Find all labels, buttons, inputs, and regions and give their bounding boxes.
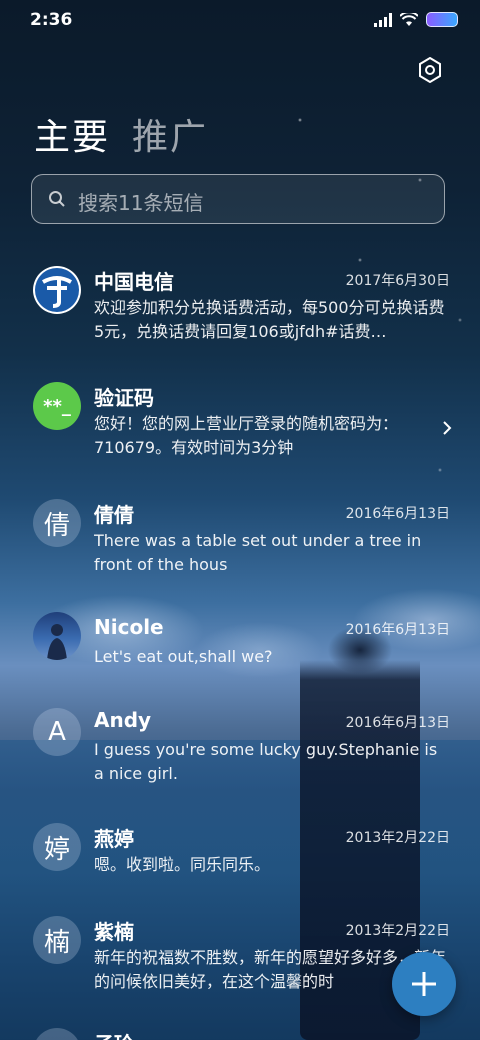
tab-promotion[interactable]: 推广 (132, 108, 208, 160)
settings-button[interactable] (414, 54, 446, 86)
avatar (33, 612, 81, 660)
message-preview: There was a table set out under a tree i… (94, 531, 422, 574)
list-item[interactable]: 倩 倩倩 2016年6月13日 There was a table set ou… (0, 499, 480, 589)
message-date: 2013年2月22日 (345, 830, 450, 846)
person-photo-icon (47, 624, 67, 660)
chevron-right-icon[interactable] (442, 420, 452, 436)
wifi-icon (400, 12, 418, 26)
avatar: **_ (33, 382, 81, 430)
avatar: 婷 (33, 823, 81, 871)
status-time: 2:36 (30, 10, 73, 30)
contact-name: Andy (94, 708, 152, 732)
message-preview: 您好！您的网上营业厅登录的随机密码为：710679。有效时间为3分钟 (94, 414, 399, 457)
tab-primary[interactable]: 主要 (34, 108, 110, 160)
list-item[interactable]: 中国电信 2017年6月30日 欢迎参加积分兑换话费活动，每500分可兑换话费5… (0, 266, 480, 356)
contact-name: Nicole (94, 615, 164, 639)
message-date: 2013年2月22日 (345, 923, 450, 939)
status-bar: 2:36 (0, 0, 480, 40)
plus-icon (412, 972, 436, 996)
message-date: 2016年6月13日 (345, 622, 450, 638)
message-date: 2017年6月30日 (345, 273, 450, 289)
telecom-logo-icon (35, 268, 79, 312)
contact-name: 倩倩 (94, 503, 134, 527)
message-date: 2016年6月13日 (345, 506, 450, 522)
contact-name: 中国电信 (94, 270, 174, 294)
avatar: A (33, 708, 81, 756)
list-item[interactable]: 婷 燕婷 2013年2月22日 嗯。收到啦。同乐同乐。 (0, 823, 480, 893)
battery-icon (426, 12, 458, 27)
avatar: 倩 (33, 499, 81, 547)
gear-icon (419, 57, 441, 83)
signal-icon (374, 12, 392, 27)
message-preview: I guess you're some lucky guy.Stephanie … (94, 740, 438, 783)
search-input[interactable]: 搜索11条短信 (31, 174, 445, 224)
search-icon (49, 191, 65, 207)
search-placeholder: 搜索11条短信 (78, 191, 204, 215)
message-preview: Let's eat out,shall we? (94, 647, 273, 666)
contact-name: 燕婷 (94, 827, 134, 851)
contact-name: 子玲 (94, 1028, 134, 1040)
list-item[interactable]: A Andy 2016年6月13日 I guess you're some lu… (0, 708, 480, 798)
list-item[interactable]: **_ 验证码 您好！您的网上营业厅登录的随机密码为：710679。有效时间为3… (0, 382, 480, 472)
contact-name: 紫楠 (94, 920, 134, 944)
status-icons (374, 12, 458, 27)
list-item[interactable]: Nicole 2016年6月13日 Let's eat out,shall we… (0, 612, 480, 685)
message-preview: 嗯。收到啦。同乐同乐。 (94, 855, 271, 874)
avatar (33, 1028, 81, 1040)
contact-name: 验证码 (94, 386, 154, 410)
new-message-button[interactable] (392, 952, 456, 1016)
message-date: 2016年6月13日 (345, 715, 450, 731)
message-preview: 欢迎参加积分兑换话费活动，每500分可兑换话费5元，兑换话费请回复106或jfd… (94, 298, 445, 341)
list-item[interactable]: 子玲 (0, 1028, 480, 1040)
avatar: 楠 (33, 916, 81, 964)
avatar (33, 266, 81, 314)
tab-bar: 主要 推广 (34, 108, 208, 160)
